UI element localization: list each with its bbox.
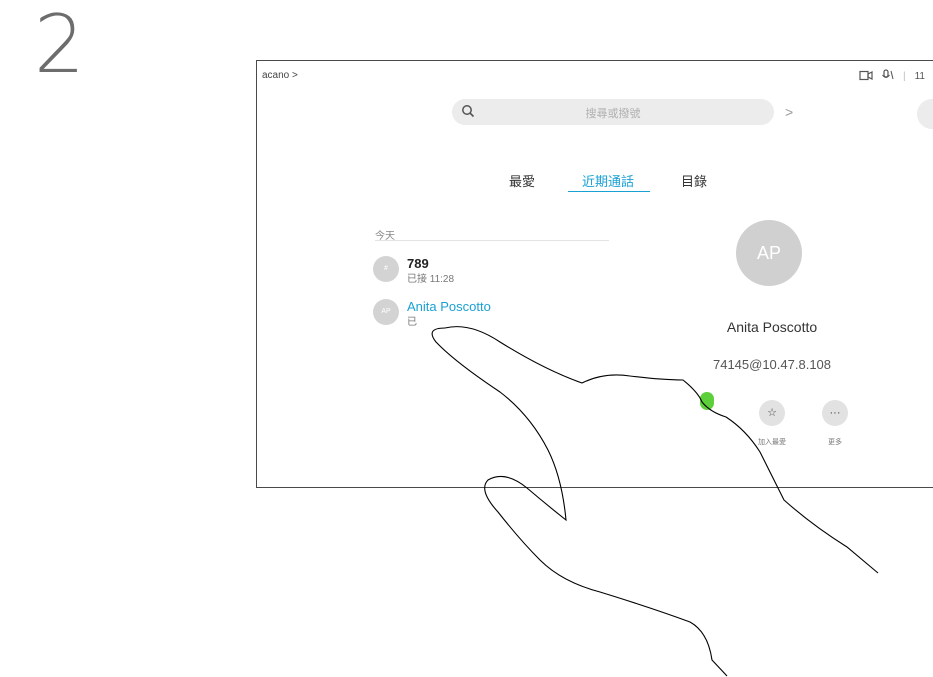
contact-avatar: AP <box>736 220 802 286</box>
add-favorite-label: 加入最愛 <box>758 439 786 446</box>
status-divider: | <box>903 71 906 82</box>
camera-icon[interactable] <box>859 70 873 84</box>
tab-directory[interactable]: 目錄 <box>681 171 707 190</box>
contact-name: Anita Poscotto <box>407 299 491 314</box>
close-button[interactable] <box>917 99 933 129</box>
call-button[interactable] <box>700 392 714 410</box>
clock: 11 <box>914 71 925 82</box>
contact-name: Anita Poscotto <box>726 319 818 335</box>
tab-favorites[interactable]: 最愛 <box>509 171 535 190</box>
mic-icon[interactable] <box>882 69 894 84</box>
search-placeholder: 搜尋或撥號 <box>585 108 641 120</box>
avatar: # <box>373 256 399 282</box>
divider <box>375 240 609 241</box>
contact-name: 789 <box>407 256 429 271</box>
add-favorite-button[interactable]: ☆ <box>759 400 785 426</box>
status-bar: | 11 <box>859 69 925 84</box>
step-number: 2 <box>34 0 85 91</box>
contact-address: 74145@10.47.8.108 <box>712 357 832 372</box>
brand-label: acano > <box>262 70 298 81</box>
touch-panel-screen: acano > | 11 搜尋或撥號 > 最愛 近期通話 目錄 今天 # 789… <box>256 60 933 488</box>
more-label: 更多 <box>828 439 842 446</box>
tab-underline <box>568 191 650 192</box>
search-input[interactable]: 搜尋或撥號 <box>452 99 774 125</box>
more-button[interactable]: ··· <box>822 400 848 426</box>
chevron-right-icon[interactable]: > <box>785 104 793 120</box>
tab-recents[interactable]: 近期通話 <box>582 171 634 190</box>
call-detail: 已接 11:28 <box>407 274 455 285</box>
avatar: AP <box>373 299 399 325</box>
call-detail: 已 <box>407 317 417 328</box>
